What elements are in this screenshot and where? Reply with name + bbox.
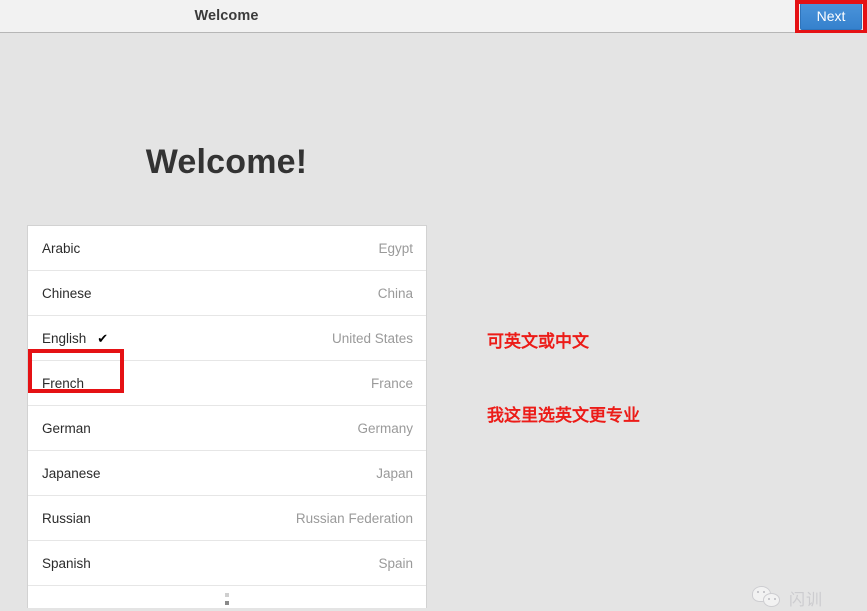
language-country: Spain [378, 555, 413, 571]
list-item[interactable]: Russian Russian Federation [28, 496, 426, 541]
list-item[interactable]: Chinese China [28, 271, 426, 316]
wechat-icon [752, 585, 782, 611]
annotation-note: 可英文或中文 我这里选英文更专业 [487, 281, 640, 478]
language-country: Egypt [378, 240, 413, 256]
language-country: Japan [376, 465, 413, 481]
language-country: United States [331, 330, 413, 346]
language-name: German [42, 420, 91, 436]
app-window: Welcome Next Welcome! Arabic Egypt Chine… [0, 0, 867, 611]
page-title: Welcome [194, 8, 259, 24]
language-country: China [377, 285, 413, 301]
window-header: Welcome Next [0, 0, 867, 33]
list-item[interactable]: Arabic Egypt [28, 226, 426, 271]
watermark: 闪训 [752, 585, 823, 611]
next-button[interactable]: Next [800, 3, 862, 30]
language-country: Russian Federation [295, 510, 413, 526]
list-item[interactable]: German Germany [28, 406, 426, 451]
language-name: Russian [42, 510, 91, 526]
annotation-note-line2: 我这里选英文更专业 [487, 406, 640, 427]
language-country: France [370, 375, 413, 391]
welcome-heading: Welcome! [145, 143, 308, 181]
language-list[interactable]: Arabic Egypt Chinese China English ✔ Uni… [27, 225, 427, 608]
list-item[interactable]: French France [28, 361, 426, 406]
list-item[interactable]: Spanish Spain [28, 541, 426, 586]
vertical-ellipsis-icon [225, 593, 229, 608]
list-item[interactable]: Japanese Japan [28, 451, 426, 496]
annotation-note-line1: 可英文或中文 [487, 332, 589, 353]
language-name: English [42, 330, 87, 346]
language-country: Germany [357, 420, 413, 436]
language-name: Chinese [42, 285, 92, 301]
language-name: Spanish [42, 555, 91, 571]
list-more-indicator[interactable] [28, 586, 426, 608]
language-name: Arabic [42, 240, 81, 256]
language-name: French [42, 375, 85, 391]
check-icon: ✔ [97, 330, 109, 346]
watermark-text: 闪训 [789, 590, 824, 609]
list-item-selected[interactable]: English ✔ United States [28, 316, 426, 361]
language-name: Japanese [42, 465, 101, 481]
main-content: Welcome! Arabic Egypt Chinese China Engl… [0, 33, 867, 611]
